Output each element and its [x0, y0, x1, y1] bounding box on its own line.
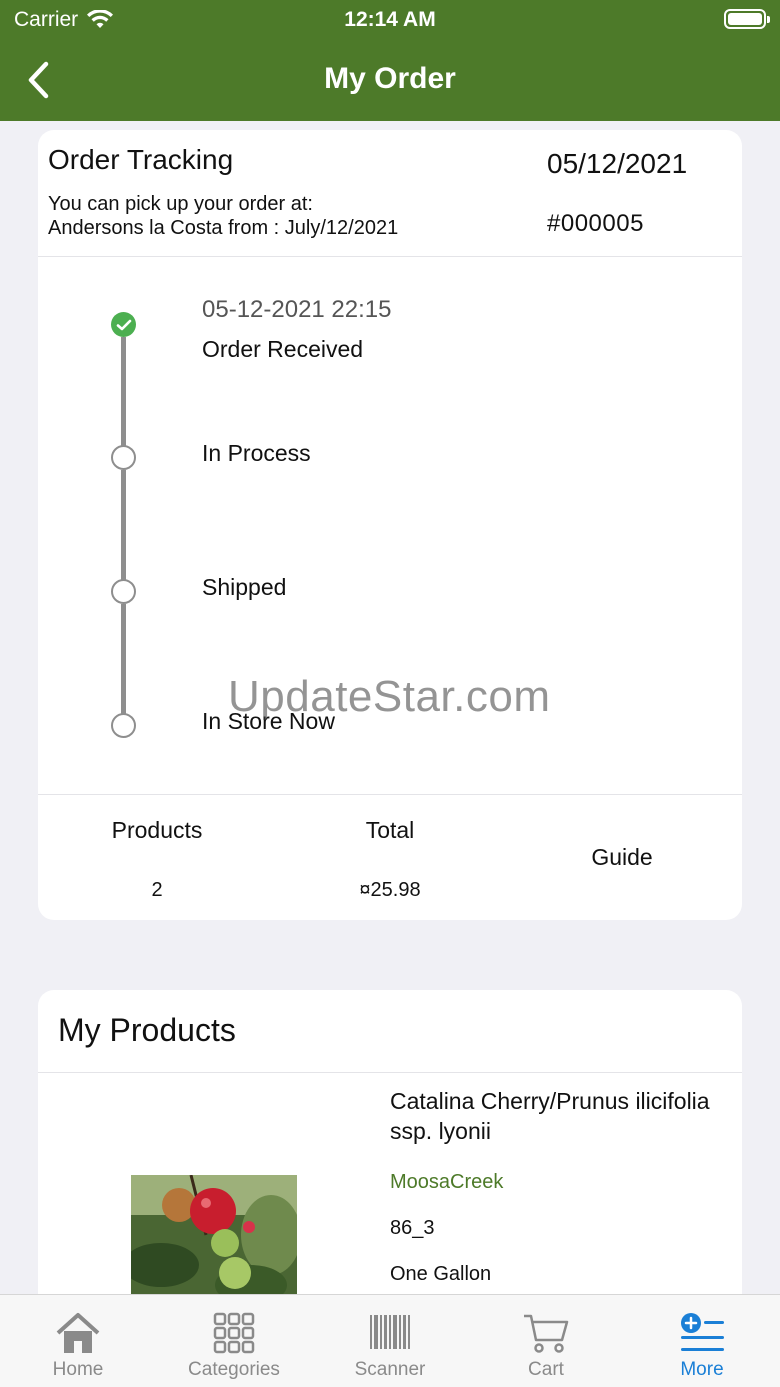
tab-categories[interactable]: Categories: [156, 1295, 312, 1387]
order-number: #000005: [547, 210, 644, 237]
product-image[interactable]: [131, 1175, 297, 1305]
product-name[interactable]: Catalina Cherry/Prunus ilicifolia ssp. l…: [390, 1086, 742, 1146]
total-label: Total: [365, 817, 415, 843]
status-time: 12:14 AM: [344, 8, 436, 31]
timeline-connector: [121, 470, 126, 580]
guide-link[interactable]: Guide: [522, 844, 722, 871]
battery-icon: [724, 9, 770, 29]
grid-icon: [213, 1312, 255, 1354]
timeline-step-label: Order Received: [202, 336, 364, 362]
order-tracking-heading: Order Tracking: [48, 144, 234, 175]
tab-label: Cart: [528, 1359, 564, 1380]
tab-bar: Home Categories Scanner Cart More: [0, 1294, 780, 1387]
timeline-step-label: In Process: [202, 440, 311, 466]
tab-label: Home: [52, 1359, 104, 1380]
my-products-title: My Products: [58, 1012, 236, 1048]
product-size: One Gallon: [390, 1263, 492, 1285]
cart-icon: [524, 1314, 569, 1353]
my-products-card: My Products Catalina Cherry/Prunus ilici…: [38, 990, 742, 1310]
navigation-bar: Carrier 12:14 AM My Order: [0, 0, 780, 121]
total-value: ¤25.98: [359, 879, 421, 901]
timeline-step-label: Shipped: [202, 574, 287, 600]
product-sku: 86_3: [390, 1217, 435, 1239]
watermark: UpdateStar.com: [228, 672, 551, 721]
tab-label: Categories: [188, 1359, 280, 1380]
pickup-info: You can pick up your order at: Andersons…: [48, 192, 488, 240]
timeline-connector: [121, 604, 126, 714]
home-icon: [56, 1313, 100, 1353]
tab-label: More: [680, 1359, 724, 1380]
timeline-step-time: 05-12-2021 22:15: [202, 296, 392, 323]
step-pending-circle-icon: [111, 579, 136, 604]
tab-cart[interactable]: Cart: [468, 1295, 624, 1387]
step-completed-check-icon: [111, 312, 136, 337]
barcode-icon: [370, 1315, 410, 1349]
cherry-photo: [131, 1175, 297, 1305]
timeline-connector: [121, 337, 126, 453]
products-count-label: Products: [111, 817, 203, 843]
divider: [38, 794, 742, 795]
page-title: My Order: [324, 62, 456, 95]
tab-home[interactable]: Home: [0, 1295, 156, 1387]
tab-scanner[interactable]: Scanner: [312, 1295, 468, 1387]
pickup-line-2: Andersons la Costa from : July/12/2021: [48, 217, 399, 239]
step-pending-circle-icon: [111, 713, 136, 738]
order-tracking-card: Order Tracking 05/12/2021 You can pick u…: [38, 130, 742, 920]
pickup-line-1: You can pick up your order at:: [48, 193, 313, 215]
step-pending-circle-icon: [111, 445, 136, 470]
product-brand: MoosaCreek: [390, 1171, 504, 1193]
tab-more[interactable]: More: [624, 1295, 780, 1387]
products-count-value: 2: [151, 879, 163, 901]
divider: [38, 256, 742, 257]
divider: [38, 1072, 742, 1073]
order-date: 05/12/2021: [547, 148, 688, 179]
more-list-icon: [681, 1313, 724, 1351]
tab-label: Scanner: [354, 1359, 426, 1380]
